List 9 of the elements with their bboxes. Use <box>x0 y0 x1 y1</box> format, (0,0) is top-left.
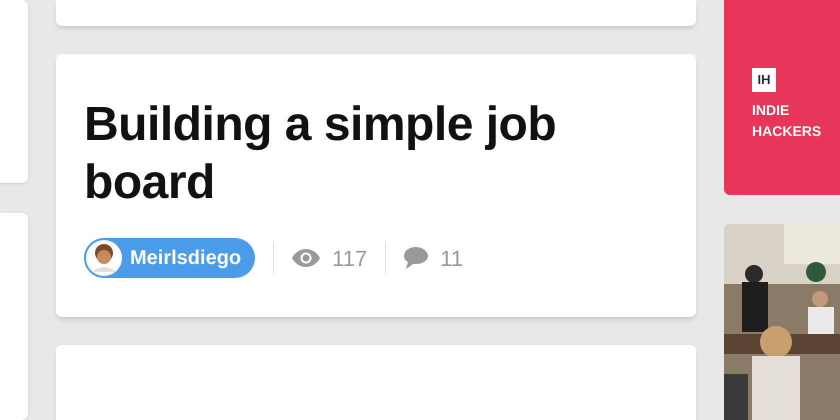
view-count: 117 <box>332 244 368 273</box>
eye-icon <box>292 249 320 268</box>
sponsor-logo: IH <box>752 68 776 92</box>
sponsor-card[interactable]: IH INDIE HACKERS <box>724 0 840 195</box>
comment-icon <box>404 247 428 270</box>
post-title[interactable]: Building a simple job board <box>84 96 604 212</box>
sponsor-name: INDIE HACKERS <box>752 100 822 140</box>
comment-count: 11 <box>440 244 464 273</box>
avatar-icon <box>86 240 122 276</box>
